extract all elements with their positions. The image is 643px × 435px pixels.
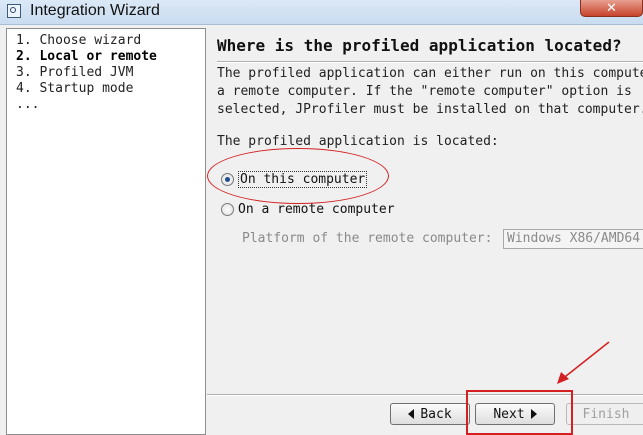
back-button-label: Back <box>420 406 452 422</box>
step-item-more: ... <box>16 97 40 112</box>
main-panel: Where is the profiled application locate… <box>207 28 643 435</box>
annotation-ellipse <box>207 148 389 204</box>
back-button[interactable]: Back <box>390 403 470 425</box>
radio-unselected-icon[interactable] <box>221 203 234 216</box>
close-icon: ✕ <box>606 0 617 15</box>
platform-label: Platform of the remote computer: <box>242 231 493 246</box>
description-line: selected, JProfiler must be installed on… <box>217 102 643 117</box>
step-item-local-or-remote: 2. Local or remote <box>16 49 157 64</box>
location-label: The profiled application is located: <box>217 134 499 149</box>
step-item-startup-mode: 4. Startup mode <box>16 81 134 96</box>
annotation-arrow <box>557 341 610 384</box>
description-line: The profiled application can either run … <box>217 66 643 81</box>
description-line: a remote computer. If the "remote comput… <box>217 84 632 99</box>
platform-select[interactable]: Windows X86/AMD64 <box>503 229 643 249</box>
radio-remote-computer[interactable]: On a remote computer <box>221 202 395 217</box>
finish-button-label: Finish <box>582 406 630 422</box>
title-bar: Integration Wizard ✕ <box>0 0 643 25</box>
page-title: Where is the profiled application locate… <box>217 36 622 55</box>
arrow-left-icon <box>408 409 415 419</box>
annotation-highlight-box <box>466 390 573 435</box>
step-item-choose-wizard: 1. Choose wizard <box>16 33 142 48</box>
heading-divider <box>217 61 643 63</box>
step-item-profiled-jvm: 3. Profiled JVM <box>16 65 134 80</box>
footer-divider <box>207 394 643 396</box>
window-title: Integration Wizard <box>30 2 160 19</box>
finish-button[interactable]: Finish <box>566 403 643 425</box>
app-window-icon <box>7 4 21 18</box>
description: The profiled application can either run … <box>217 65 643 119</box>
close-button[interactable]: ✕ <box>580 0 643 17</box>
radio-label-remote-computer: On a remote computer <box>238 202 395 217</box>
steps-panel: 1. Choose wizard 2. Local or remote 3. P… <box>6 28 206 435</box>
